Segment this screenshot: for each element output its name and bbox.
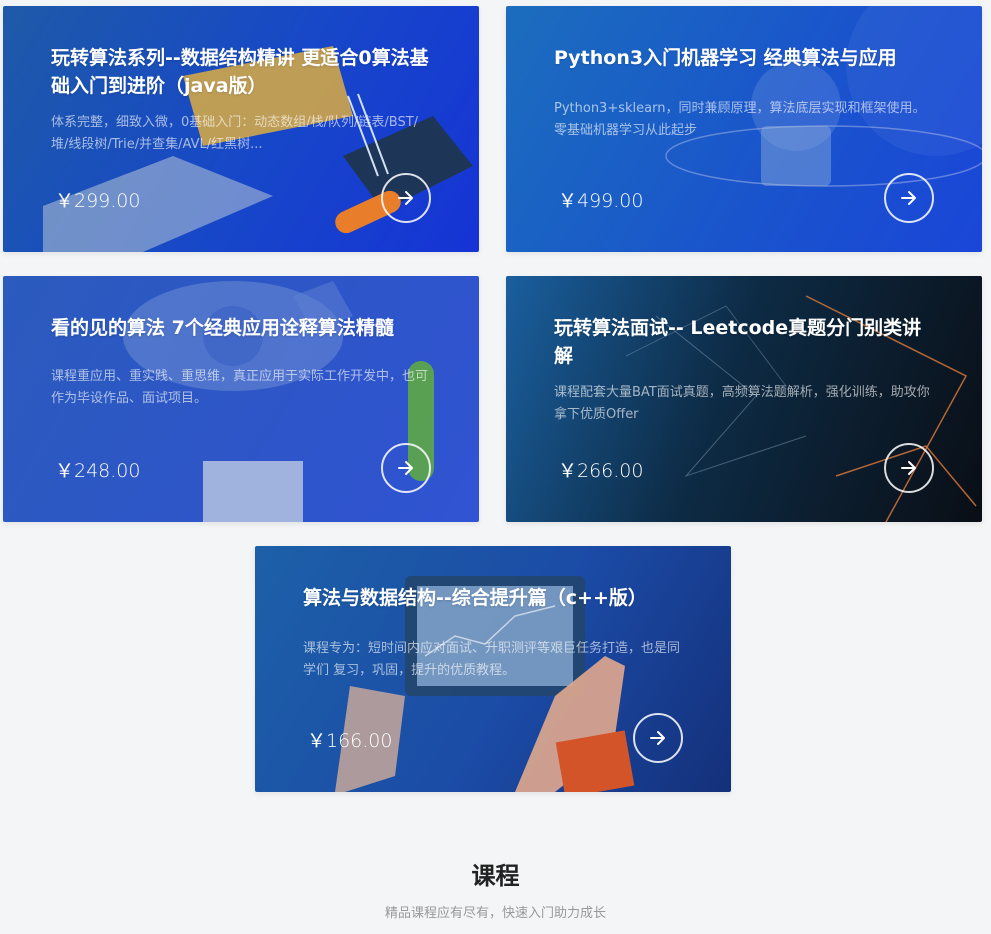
arrow-right-icon bbox=[901, 461, 916, 475]
card-price: ￥499.00 bbox=[558, 190, 644, 212]
card-arrow-button[interactable] bbox=[633, 713, 683, 763]
course-card-2[interactable]: Python3入门机器学习 经典算法与应用 Python3+sklearn，同时… bbox=[506, 6, 982, 252]
card-arrow-button[interactable] bbox=[884, 173, 934, 223]
arrow-right-icon bbox=[901, 191, 916, 205]
card-arrow-button[interactable] bbox=[381, 443, 431, 493]
arrow-right-icon bbox=[398, 461, 413, 475]
card-title: 看的见的算法 7个经典应用诠释算法精髓 bbox=[51, 317, 394, 339]
card-description: 体系完整，细致入微，0基础入门：动态数组/栈/队列/链表/BST/堆/线段树/T… bbox=[51, 115, 419, 152]
course-card-4[interactable]: 玩转算法面试-- Leetcode真题分门别类讲解 课程配套大量BAT面试真题，… bbox=[506, 276, 982, 522]
card-price: ￥166.00 bbox=[307, 730, 393, 752]
card-price: ￥299.00 bbox=[55, 190, 141, 212]
card-title: Python3入门机器学习 经典算法与应用 bbox=[554, 47, 897, 69]
course-card-3[interactable]: 看的见的算法 7个经典应用诠释算法精髓 课程重应用、重实践、重思维，真正应用于实… bbox=[3, 276, 479, 522]
card-title: 算法与数据结构--综合提升篇（c++版） bbox=[303, 587, 647, 609]
section-subtitle: 精品课程应有尽有，快速入门助力成长 bbox=[384, 906, 606, 921]
card-title: 玩转算法面试-- Leetcode真题分门别类讲解 bbox=[554, 317, 922, 367]
course-card-1[interactable]: 玩转算法系列--数据结构精讲 更适合0算法基础入门到进阶（java版） 体系完整… bbox=[3, 6, 479, 252]
card-description: 课程重应用、重实践、重思维，真正应用于实际工作开发中，也可作为毕设作品、面试项目… bbox=[51, 369, 429, 406]
card-arrow-button[interactable] bbox=[884, 443, 934, 493]
course-card-5[interactable]: 算法与数据结构--综合提升篇（c++版） 课程专为：短时间内应对面试、升职测评等… bbox=[255, 546, 731, 792]
card-title: 玩转算法系列--数据结构精讲 更适合0算法基础入门到进阶（java版） bbox=[51, 47, 429, 97]
card-description: Python3+sklearn，同时兼顾原理，算法底层实现和框架使用。零基础机器… bbox=[554, 101, 926, 138]
arrow-right-icon bbox=[398, 191, 413, 205]
courses-section-header: 课程 精品课程应有尽有，快速入门助力成长 bbox=[0, 858, 991, 921]
card-price: ￥248.00 bbox=[55, 460, 141, 482]
section-title: 课程 bbox=[471, 862, 520, 890]
card-arrow-button[interactable] bbox=[381, 173, 431, 223]
card-price: ￥266.00 bbox=[558, 460, 644, 482]
card-description: 课程专为：短时间内应对面试、升职测评等艰巨任务打造，也是同学们 复习，巩固，提升… bbox=[303, 641, 681, 678]
card-description: 课程配套大量BAT面试真题，高频算法题解析，强化训练，助攻你拿下优质Offer bbox=[554, 385, 930, 422]
arrow-right-icon bbox=[650, 731, 665, 745]
